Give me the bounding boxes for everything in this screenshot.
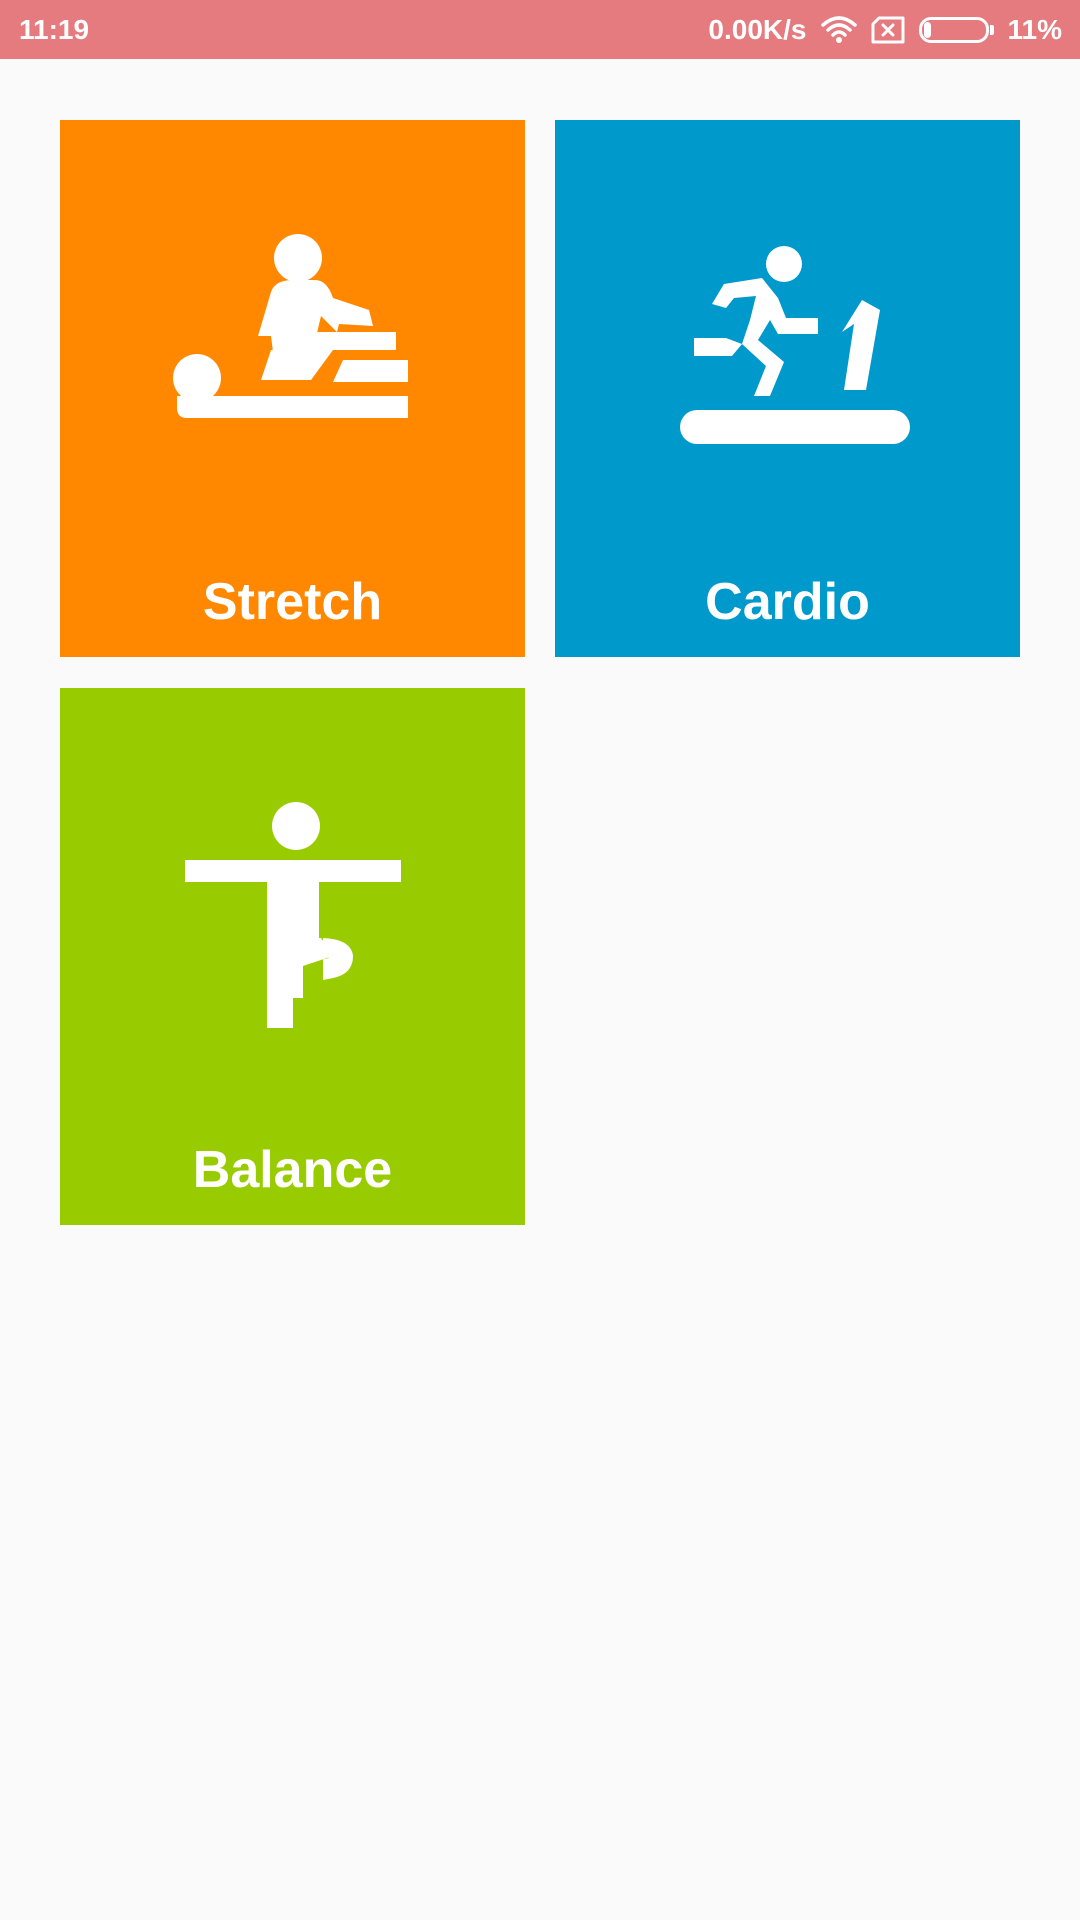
tile-label: Cardio bbox=[705, 573, 870, 631]
network-speed: 0.00K/s bbox=[708, 13, 807, 45]
tile-label: Stretch bbox=[202, 573, 383, 631]
tile-cardio[interactable]: Cardio bbox=[555, 120, 1020, 657]
tile-balance[interactable]: Balance bbox=[60, 688, 525, 1225]
status-icons: 0.00K/s 11% bbox=[708, 14, 1062, 46]
wifi-icon bbox=[820, 15, 857, 45]
treadmill-runner-icon bbox=[555, 220, 1020, 520]
status-time: 11:19 bbox=[19, 13, 90, 45]
tree-pose-icon bbox=[60, 788, 525, 1088]
no-sim-icon bbox=[871, 16, 905, 44]
status-bar: 11:19 0.00K/s 11% bbox=[0, 0, 1080, 59]
battery-icon bbox=[918, 16, 994, 43]
tile-stretch[interactable]: Stretch bbox=[60, 120, 525, 657]
battery-percent: 11% bbox=[1007, 13, 1063, 45]
tile-label: Balance bbox=[192, 1141, 393, 1199]
physiotherapy-icon bbox=[60, 220, 525, 520]
